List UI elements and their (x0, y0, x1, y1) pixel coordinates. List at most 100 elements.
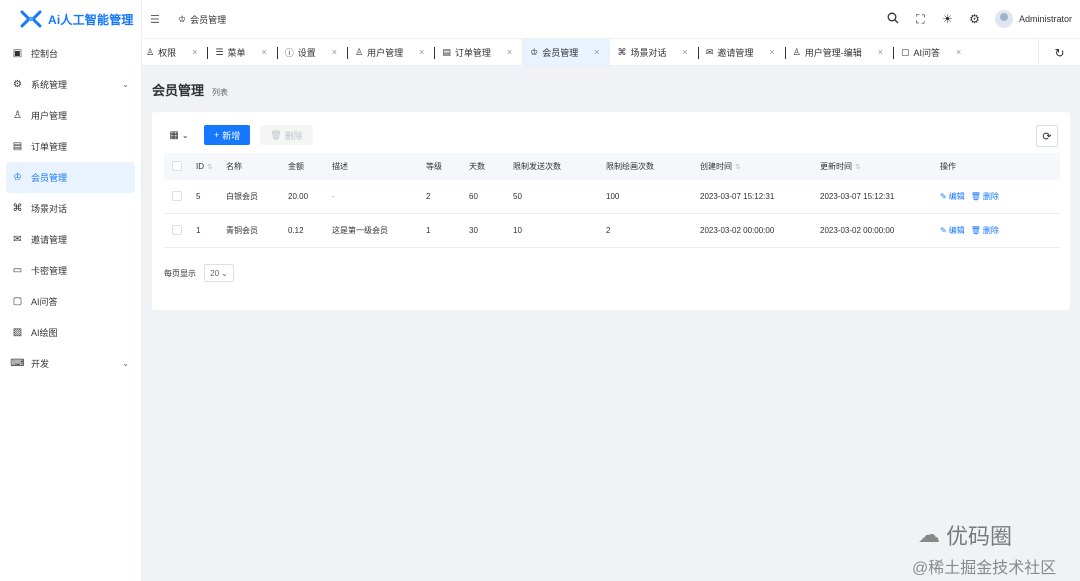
delete-row-button[interactable]: 🗑 删除 (971, 191, 999, 202)
cell-send_limit: 10 (513, 226, 522, 235)
close-icon[interactable]: × (878, 47, 883, 57)
table-refresh-button[interactable]: ⟳ (1036, 125, 1058, 147)
column-settings-button[interactable]: ▦ ⌄ (164, 125, 194, 145)
col-draw-limit: 限制绘画次数 (606, 162, 654, 171)
add-button[interactable]: + 新增 (204, 125, 251, 145)
col-created[interactable]: 创建时间 ⇅ (700, 161, 820, 172)
tab-icon: ♙ (146, 46, 155, 57)
table-body: 5 白银会员 20.00-2 60 50 100 2023-03-07 15:12:31 20… (164, 180, 1060, 248)
search-icon[interactable] (887, 12, 900, 27)
sidebar-item-7[interactable]: ▭ 卡密管理 (0, 255, 141, 286)
sidebar-item-4[interactable]: ♔ 会员管理 (6, 162, 135, 193)
sidebar-item-label: AI问答 (31, 297, 58, 307)
avatar (994, 10, 1013, 28)
close-icon[interactable]: × (261, 47, 266, 57)
sidebar-item-0[interactable]: ▣ 控制台 (0, 38, 141, 69)
user-menu[interactable]: Administrator (994, 10, 1072, 28)
delete-button[interactable]: 🗑 删除 (260, 125, 313, 145)
cell-desc: - (332, 192, 335, 201)
close-icon[interactable]: × (419, 47, 424, 57)
chevron-down-icon: ⌄ (221, 268, 228, 278)
tab-1[interactable]: ☰ 菜单 × (207, 39, 276, 65)
table-row[interactable]: 1 青铜会员 0.12 这是第一级会员 1 30 10 2 2023-03-02 00:00:0… (164, 214, 1060, 248)
cell-created: 2023-03-07 15:12:31 (700, 192, 775, 201)
chevron-down-icon: ⌄ (122, 80, 129, 89)
sidebar-item-label: 卡密管理 (31, 266, 68, 276)
cell-draw_limit: 100 (606, 192, 620, 201)
close-icon[interactable]: × (683, 47, 688, 57)
tab-label: 权限 (158, 47, 177, 58)
fullscreen-icon[interactable]: ⛶ (914, 12, 927, 27)
page-size-label: 每页显示 (164, 268, 196, 278)
tab-0[interactable]: ♙ 权限 × (142, 39, 207, 65)
delete-row-button[interactable]: 🗑 删除 (971, 225, 999, 236)
tab-8[interactable]: ♙ 用户管理-编辑 × (784, 39, 893, 65)
sidebar-item-label: 开发 (31, 359, 50, 369)
trash-icon: 🗑 (970, 226, 981, 235)
tab-9[interactable]: ▢ AI问答 × (892, 39, 971, 65)
row-checkbox[interactable] (164, 224, 184, 237)
cell-desc: 这是第一级会员 (332, 226, 388, 235)
close-icon[interactable]: × (192, 47, 197, 57)
menu-fold-button[interactable]: ☰ (150, 13, 166, 26)
page-size-select[interactable]: 20 ⌄ (204, 264, 234, 282)
watermark-line2: @稀土掘金技术社区 (912, 560, 1057, 577)
cell-created: 2023-03-02 00:00:00 (700, 226, 775, 235)
page-title: 会员管理 (152, 83, 205, 98)
sidebar-item-label: 场景对话 (31, 204, 68, 214)
close-icon[interactable]: × (507, 47, 512, 57)
sidebar-item-label: 用户管理 (31, 111, 68, 121)
tabs-refresh-icon[interactable]: ↻ (1038, 39, 1080, 65)
table-header: ID ⇅ 名称 金额 描述 等级 天数 限制发送次数 限制绘画次数 创建时间 ⇅ 更… (164, 153, 1060, 180)
tab-3[interactable]: ♙ 用户管理 × (347, 39, 434, 65)
sidebar-item-6[interactable]: ✉ 邀请管理 (0, 224, 141, 255)
tab-icon: ⌘ (617, 46, 627, 57)
sidebar-item-8[interactable]: ▢ AI问答 (0, 286, 141, 317)
plus-icon: + (214, 130, 220, 140)
col-updated[interactable]: 更新时间 ⇅ (820, 161, 940, 172)
theme-sun-icon[interactable]: ☀ (941, 12, 954, 26)
table-toolbar: ▦ ⌄ + 新增 🗑 删除 (164, 125, 313, 145)
col-id[interactable]: ID ⇅ (184, 162, 226, 171)
cell-draw_limit: 2 (606, 226, 611, 235)
close-icon[interactable]: × (956, 47, 961, 57)
close-icon[interactable]: × (769, 47, 774, 57)
sidebar: Ai人工智能管理 ▣ 控制台 ⚙ 系统管理 ⌄ ♙ 用户管理 ▤ 订单管理 ♔ 会员管理 ⌘ 场景对话 ✉… (0, 0, 142, 581)
tab-icon: ☰ (215, 46, 224, 57)
tab-label: 菜单 (227, 47, 246, 58)
sidebar-item-3[interactable]: ▤ 订单管理 (0, 131, 141, 162)
cell-updated: 2023-03-07 15:12:31 (820, 192, 895, 201)
settings-gear-icon[interactable]: ⚙ (968, 12, 981, 26)
top-header: ☰ ♔ 会员管理 ⛶ ☀ ⚙ Administrator (142, 0, 1080, 38)
tab-label: 会员管理 (542, 47, 579, 58)
logo[interactable]: Ai人工智能管理 (0, 0, 141, 38)
sidebar-item-10[interactable]: ⌨ 开发 ⌄ (0, 348, 141, 379)
sidebar-item-1[interactable]: ⚙ 系统管理 ⌄ (0, 69, 141, 100)
select-all-checkbox[interactable] (164, 160, 184, 173)
refresh-icon: ⟳ (1042, 130, 1052, 143)
tab-7[interactable]: ✉ 邀请管理 × (697, 39, 785, 65)
tab-4[interactable]: ▤ 订单管理 × (434, 39, 522, 65)
tab-6[interactable]: ⌘ 场景对话 × (610, 39, 698, 65)
cell-updated: 2023-03-02 00:00:00 (820, 226, 895, 235)
crown-icon: ♔ (178, 13, 187, 24)
tab-icon: ⓘ (284, 47, 294, 58)
cell-send_limit: 50 (513, 192, 522, 201)
tab-2[interactable]: ⓘ 设置 × (276, 39, 347, 65)
row-actions: ✎ 编辑 🗑 删除 (940, 225, 1020, 236)
table-row[interactable]: 5 白银会员 20.00 - 2 60 50 100 2023-03-07 15:12:31 20… (164, 180, 1060, 214)
col-amount: 金额 (288, 162, 304, 171)
sort-icon: ⇅ (735, 164, 741, 171)
tab-5[interactable]: ♔ 会员管理 × (522, 39, 610, 65)
edit-button[interactable]: ✎ 编辑 (940, 225, 965, 236)
sidebar-item-2[interactable]: ♙ 用户管理 (0, 100, 141, 131)
sidebar-item-9[interactable]: ▨ AI绘图 (0, 317, 141, 348)
edit-button[interactable]: ✎ 编辑 (940, 191, 965, 202)
cell-level: 1 (426, 226, 431, 235)
delete-button-label: 删除 (284, 130, 303, 141)
close-icon[interactable]: × (332, 47, 337, 57)
close-icon[interactable]: × (594, 47, 599, 57)
tab-label: 用户管理-编辑 (804, 47, 862, 58)
row-checkbox[interactable] (164, 190, 184, 203)
sidebar-item-5[interactable]: ⌘ 场景对话 (0, 193, 141, 224)
